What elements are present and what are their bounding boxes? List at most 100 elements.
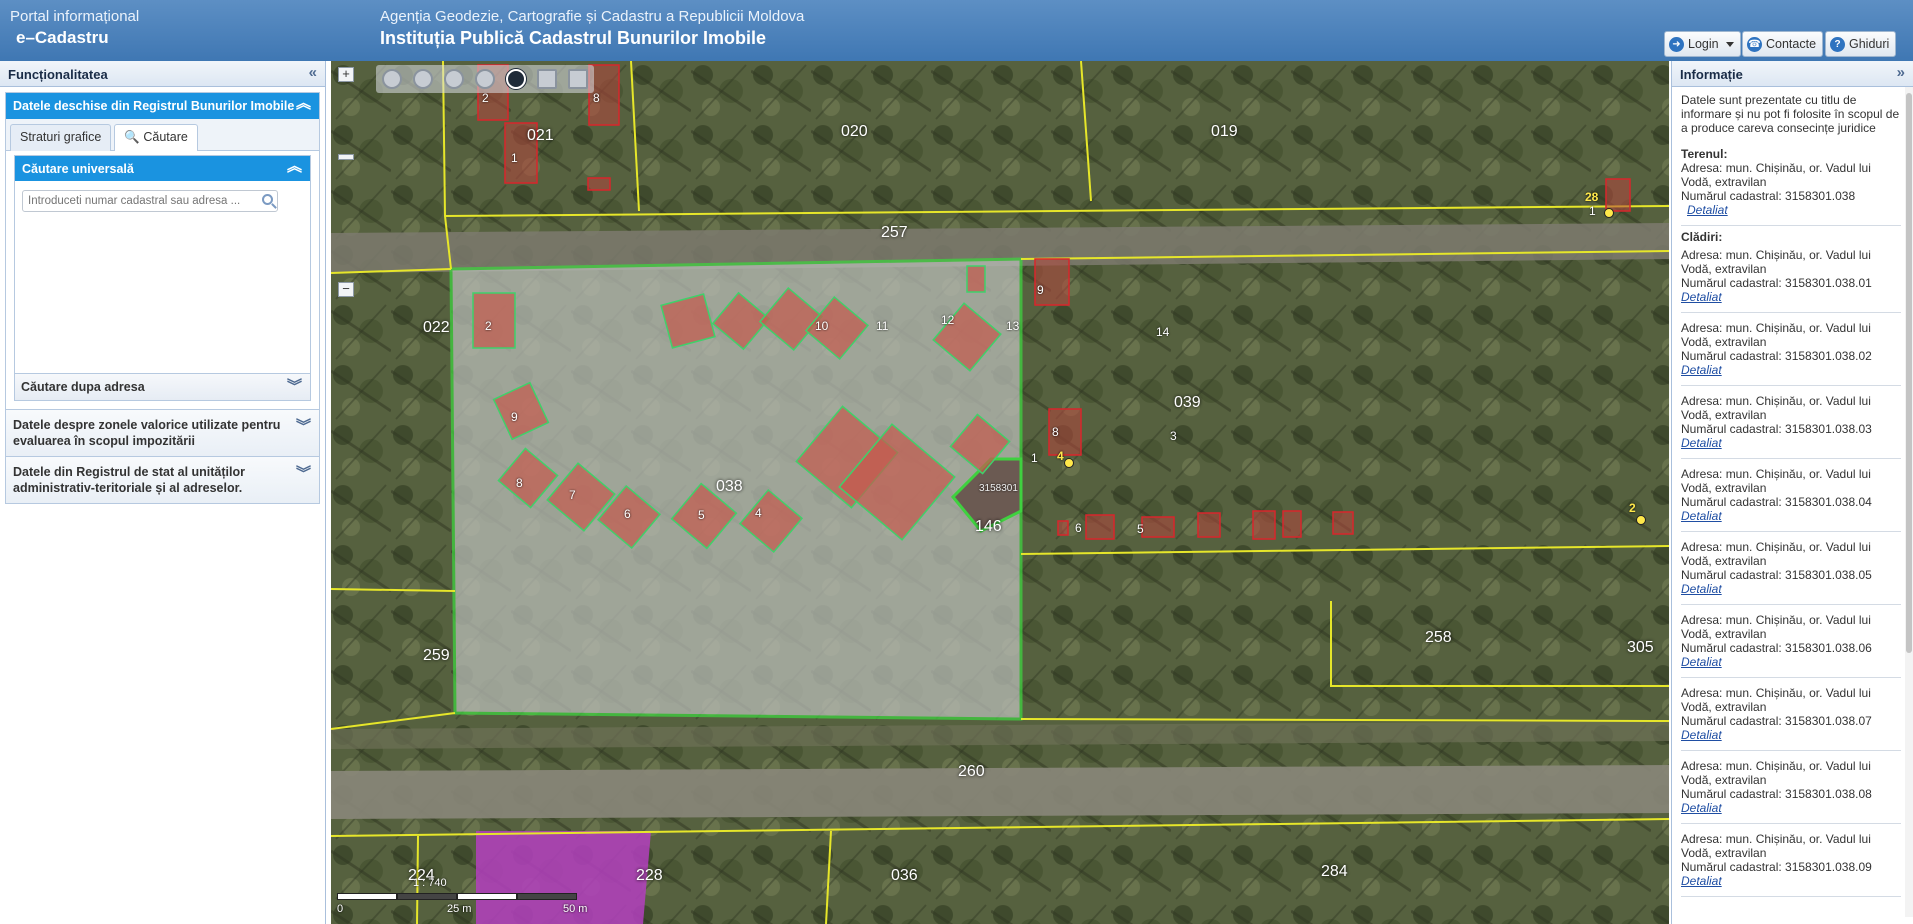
tab-cautare[interactable]: 🔍 Căutare	[114, 124, 198, 151]
building-number: 4	[755, 506, 762, 520]
building-cadastral-number: Numărul cadastral: 3158301.038.06	[1681, 641, 1872, 655]
open-data-section-header[interactable]: Datele deschise din Registrul Bunurilor …	[6, 93, 319, 119]
parcel-label: 022	[423, 319, 450, 336]
login-button[interactable]: ➜ Login	[1664, 31, 1741, 57]
section-title: Datele deschise din Registrul Bunurilor …	[13, 99, 295, 113]
land-section-title: Terenul:	[1681, 147, 1728, 161]
info-tool[interactable]	[502, 65, 530, 93]
building-address: Adresa: mun. Chișinău, or. Vadul lui Vod…	[1681, 248, 1871, 276]
search-icon[interactable]	[262, 194, 273, 205]
building-number: 6	[1075, 521, 1082, 535]
chevron-double-up-icon[interactable]: ︽	[296, 96, 311, 111]
parcel-label: 257	[881, 224, 908, 241]
ruler-icon	[537, 69, 557, 89]
parcel-label: 284	[1321, 863, 1348, 880]
building-number: 13	[1006, 319, 1020, 333]
building-cadastral-number: Numărul cadastral: 3158301.038.03	[1681, 422, 1872, 436]
address-search-label: Căutare dupa adresa	[21, 380, 145, 394]
building-detail-link[interactable]: Detaliat	[1681, 655, 1722, 669]
building-number: 6	[624, 507, 631, 521]
building-number: 28	[1585, 190, 1599, 204]
parcel-label: 258	[1425, 629, 1452, 646]
parcel-label: 039	[1174, 394, 1201, 411]
building-number: 4	[1057, 449, 1064, 463]
contacte-button[interactable]: ☎ Contacte	[1742, 31, 1824, 57]
zoom-in-tool[interactable]	[440, 65, 468, 93]
building-detail-link[interactable]: Detaliat	[1681, 728, 1722, 742]
parcel-label: 019	[1211, 123, 1238, 140]
scrollbar-thumb[interactable]	[1906, 93, 1912, 653]
search-tab-icon: 🔍	[124, 130, 140, 144]
info-icon	[506, 69, 526, 89]
map-view[interactable]: 021 020 019 257 022 039 038 146 259 258 …	[331, 61, 1669, 924]
collapse-right-icon[interactable]: »	[1897, 65, 1905, 80]
search-input[interactable]	[22, 190, 278, 212]
parcel-label: 260	[958, 763, 985, 780]
building-item: Adresa: mun. Chișinău, or. Vadul lui Vod…	[1681, 755, 1901, 824]
disclaimer-text: Datele sunt prezentate cu titlu de infor…	[1681, 93, 1900, 135]
building-item: Adresa: mun. Chișinău, or. Vadul lui Vod…	[1681, 536, 1901, 605]
building-number: 1	[511, 151, 518, 165]
building-cadastral-number: Numărul cadastral: 3158301.038.09	[1681, 860, 1872, 874]
parcel-label: 305	[1627, 639, 1654, 656]
area-icon	[568, 69, 588, 89]
login-label: Login	[1688, 37, 1719, 51]
parcel-label: 259	[423, 647, 450, 664]
address-search-row[interactable]: Căutare dupa adresa ︾	[14, 374, 311, 401]
address-point-marker[interactable]	[1604, 208, 1614, 218]
valuation-zones-section[interactable]: Datele despre zonele valorice utilizate …	[6, 409, 319, 456]
zoom-in-button[interactable]: +	[338, 67, 354, 82]
help-icon: ?	[1830, 36, 1845, 52]
building-number: 3	[1170, 429, 1177, 443]
parcel-label: 146	[975, 518, 1002, 535]
phone-icon: ☎	[1747, 36, 1762, 52]
building-item: Adresa: mun. Chișinău, or. Vadul lui Vod…	[1681, 463, 1901, 532]
universal-search-header[interactable]: Căutare universală ︽	[15, 156, 310, 181]
tab-cautare-label: Căutare	[143, 130, 188, 144]
chevron-double-down-icon[interactable]: ︾	[287, 379, 302, 394]
building-detail-link[interactable]: Detaliat	[1681, 363, 1722, 377]
info-scrollbar[interactable]	[1905, 87, 1913, 917]
globe-icon	[382, 69, 402, 89]
zoom-out-tool[interactable]	[471, 65, 499, 93]
universal-search-title: Căutare universală	[22, 162, 134, 176]
address-point-marker[interactable]	[1064, 458, 1074, 468]
globe-tool[interactable]	[378, 65, 406, 93]
zoom-in-icon	[444, 69, 464, 89]
parcel-label: 036	[891, 867, 918, 884]
building-item: Adresa: mun. Chișinău, or. Vadul lui Vod…	[1681, 828, 1901, 897]
valuation-zones-label: Datele despre zonele valorice utilizate …	[13, 418, 281, 448]
ghiduri-button[interactable]: ? Ghiduri	[1825, 31, 1897, 57]
chevron-double-down-icon[interactable]: ︾	[296, 466, 311, 481]
map-toolbar	[376, 65, 594, 93]
building-detail-link[interactable]: Detaliat	[1681, 582, 1722, 596]
building-cadastral-number: Numărul cadastral: 3158301.038.02	[1681, 349, 1872, 363]
address-point-marker[interactable]	[1636, 515, 1646, 525]
building-item: Adresa: mun. Chișinău, or. Vadul lui Vod…	[1681, 682, 1901, 751]
pan-icon	[413, 69, 433, 89]
scale-label-0: 0	[337, 903, 344, 915]
building-detail-link[interactable]: Detaliat	[1681, 509, 1722, 523]
building-cadastral-number: Numărul cadastral: 3158301.038.08	[1681, 787, 1872, 801]
building-detail-link[interactable]: Detaliat	[1681, 874, 1722, 888]
chevron-double-down-icon[interactable]: ︾	[296, 419, 311, 434]
measure-line-tool[interactable]	[533, 65, 561, 93]
building-address: Adresa: mun. Chișinău, or. Vadul lui Vod…	[1681, 613, 1871, 641]
territorial-units-section[interactable]: Datele din Registrul de stat al unitățil…	[6, 456, 319, 503]
information-panel: Informație » Datele sunt prezentate cu t…	[1671, 61, 1913, 924]
zoom-out-button[interactable]: −	[338, 282, 354, 297]
building-detail-link[interactable]: Detaliat	[1681, 436, 1722, 450]
building-item: Adresa: mun. Chișinău, or. Vadul lui Vod…	[1681, 244, 1901, 313]
pan-tool[interactable]	[409, 65, 437, 93]
zoom-slider-handle[interactable]	[338, 154, 354, 160]
land-item: Adresa: mun. Chișinău, or. Vadul lui Vod…	[1681, 161, 1901, 226]
tab-straturi-grafice[interactable]: Straturi grafice	[10, 124, 112, 151]
chevron-double-up-icon[interactable]: ︽	[287, 159, 302, 174]
building-detail-link[interactable]: Detaliat	[1681, 290, 1722, 304]
measure-area-tool[interactable]	[564, 65, 592, 93]
building-cadastral-number: Numărul cadastral: 3158301.038.01	[1681, 276, 1872, 290]
building-detail-link[interactable]: Detaliat	[1681, 801, 1722, 815]
road	[331, 765, 1669, 819]
collapse-left-icon[interactable]: «	[309, 65, 317, 80]
land-detail-link[interactable]: Detaliat	[1687, 203, 1728, 217]
